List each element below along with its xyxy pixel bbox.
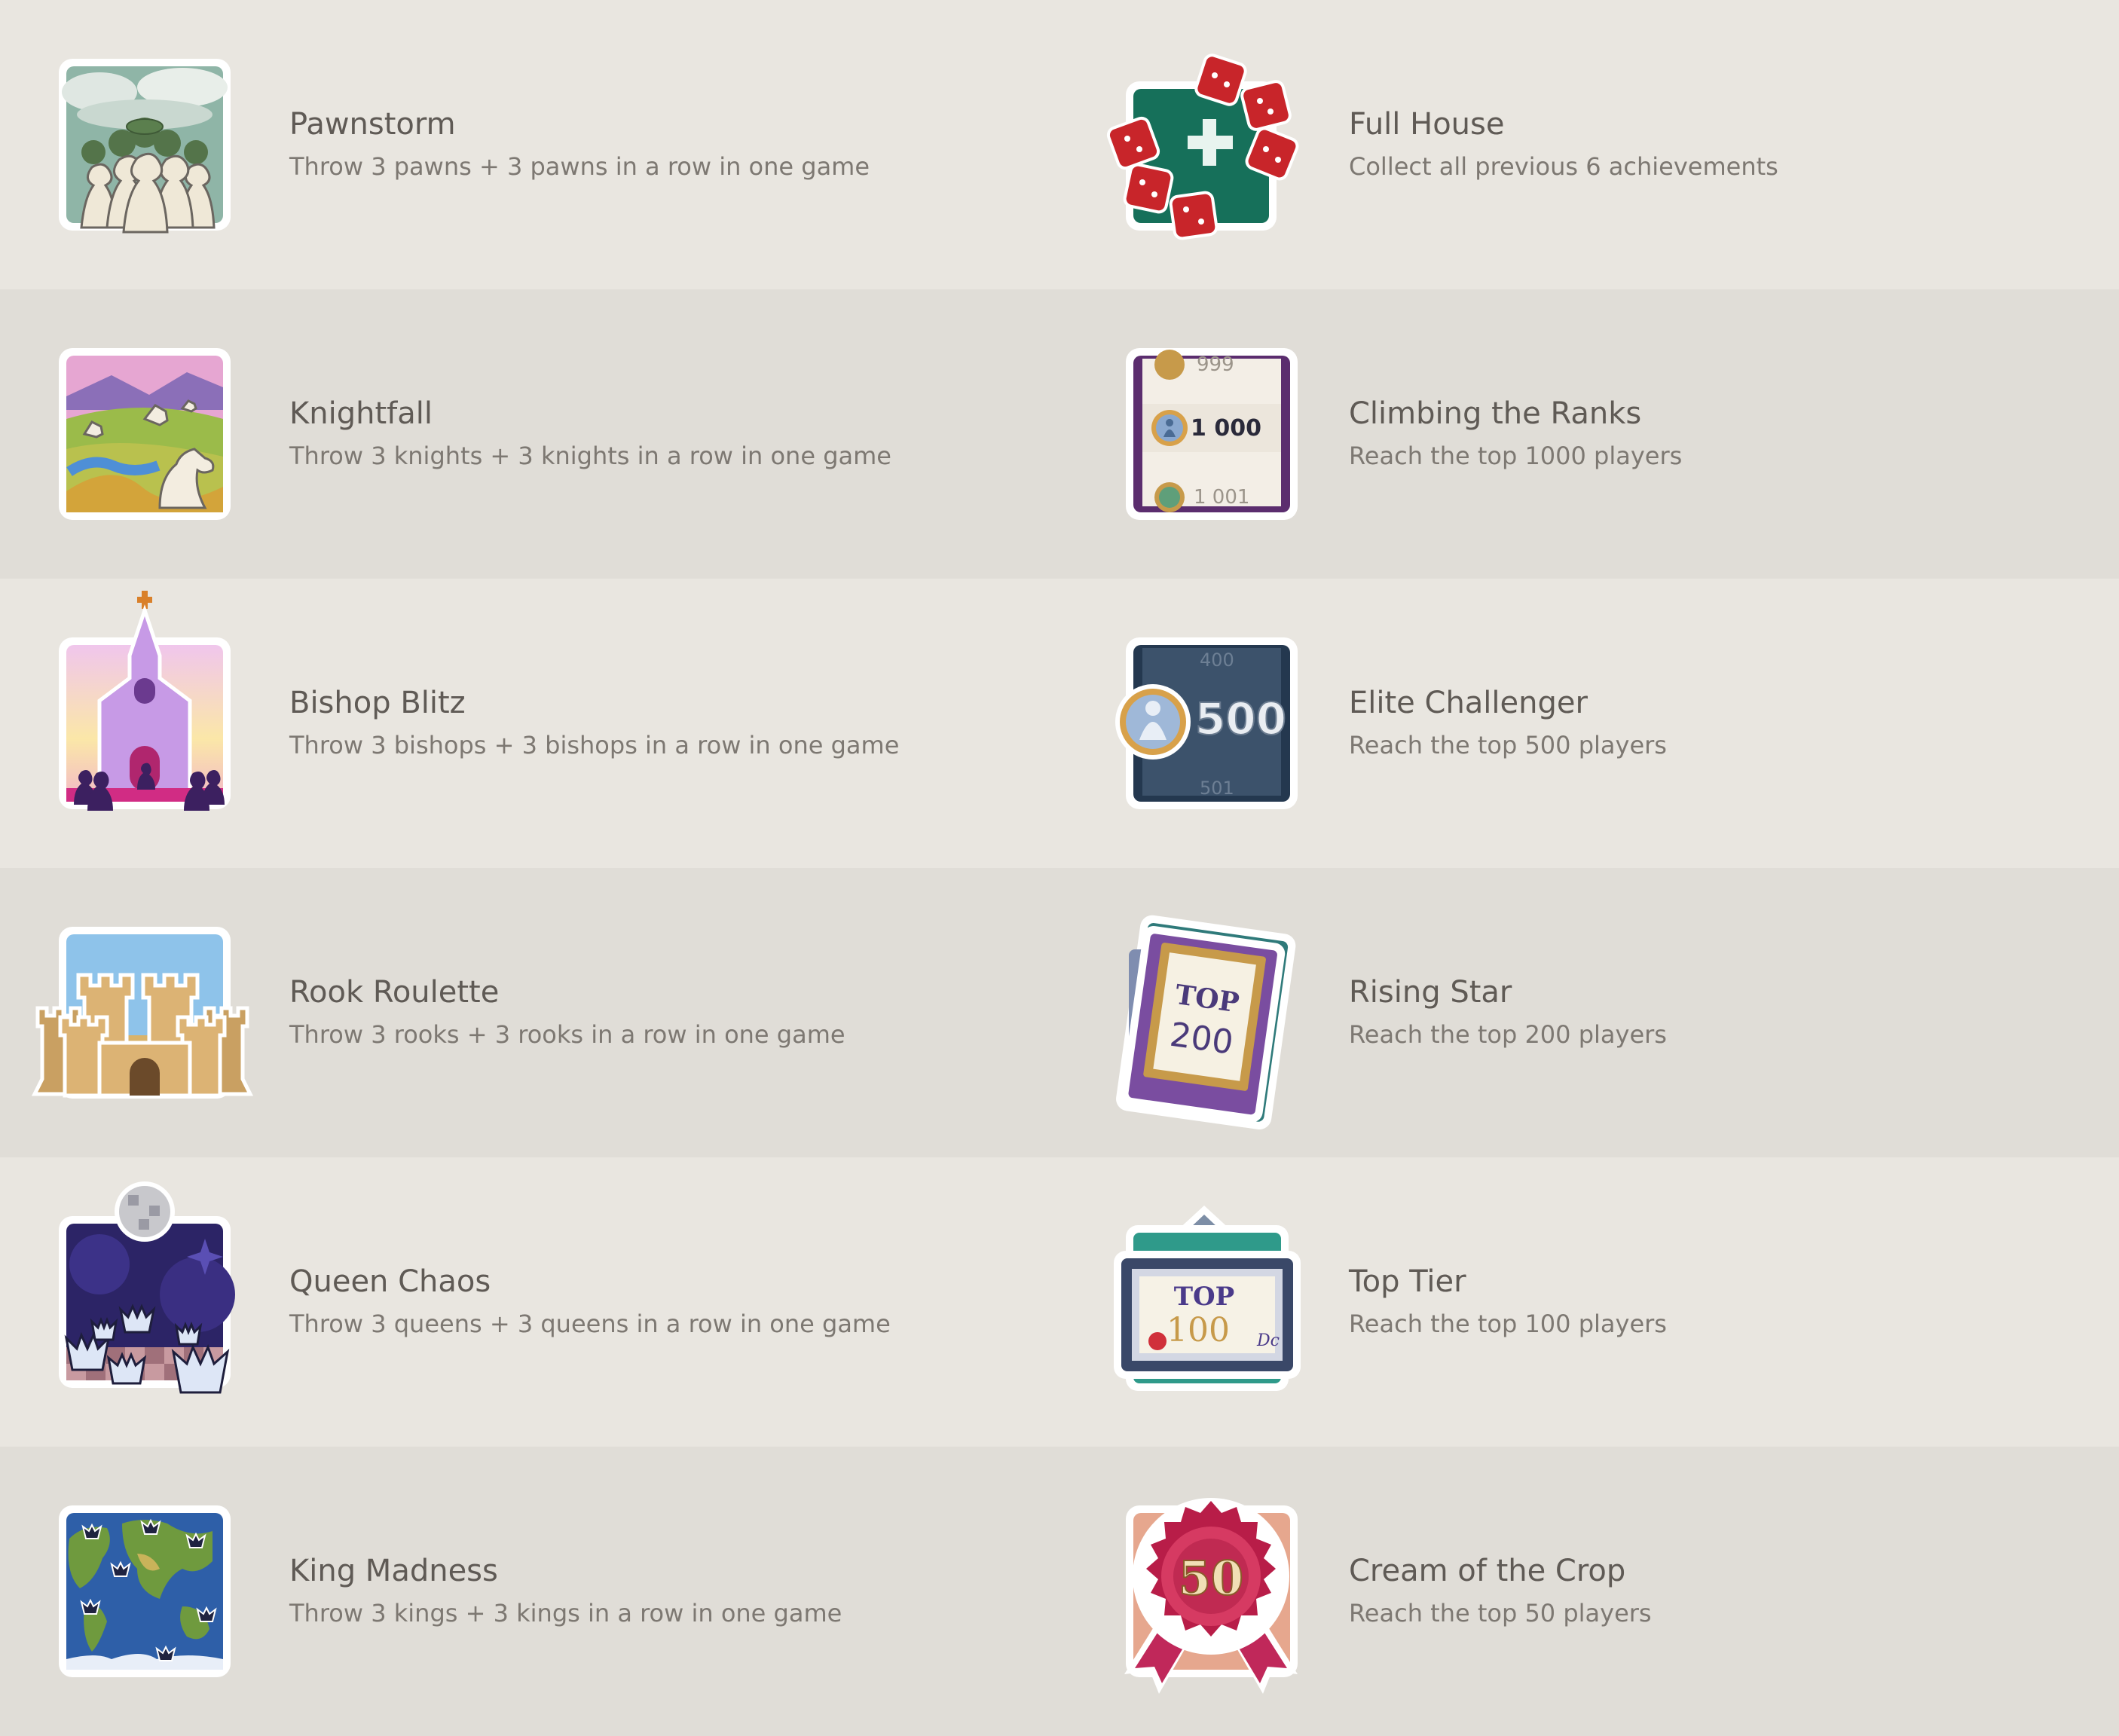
achievement-item-full-house[interactable]: Full House Collect all previous 6 achiev… (1060, 0, 2119, 289)
achievement-description: Throw 3 queens + 3 queens in a row in on… (289, 1310, 891, 1338)
achievement-description: Reach the top 50 players (1349, 1599, 1652, 1628)
achievement-item-top-tier[interactable]: TOP 100 Dc Top Tier Reach the top 100 pl… (1060, 1157, 2119, 1447)
achievement-item-cream-of-the-crop[interactable]: 50 Cream of the Crop Reach the top 50 pl… (1060, 1447, 2119, 1736)
rank-list-icon: 999 1 000 1 001 (1109, 344, 1298, 524)
queen-disco-icon (54, 1181, 235, 1394)
achievement-title: Queen Chaos (289, 1264, 491, 1299)
achievement-row: Queen Chaos Throw 3 queens + 3 queens in… (0, 1157, 2119, 1447)
achievement-title: Top Tier (1349, 1264, 1466, 1299)
rank-500-icon: 400 501 500 (1109, 633, 1298, 814)
achievement-title: Bishop Blitz (289, 686, 466, 720)
achievement-title: Cream of the Crop (1349, 1554, 1626, 1588)
achievement-title: Rising Star (1349, 975, 1512, 1010)
achievement-item-climbing-the-ranks[interactable]: 999 1 000 1 001 Climbing the Ranks Reach… (1060, 289, 2119, 579)
rosette-value-text: 50 (1179, 1551, 1243, 1606)
achievement-row: Pawnstorm Throw 3 pawns + 3 pawns in a r… (0, 0, 2119, 289)
achievement-description: Reach the top 500 players (1349, 731, 1667, 760)
achievement-item-king-madness[interactable]: King Madness Throw 3 kings + 3 kings in … (0, 1447, 1060, 1736)
achievement-description: Throw 3 bishops + 3 bishops in a row in … (289, 731, 900, 760)
certificate-top-text: TOP (1174, 1282, 1234, 1312)
achievement-row: Rook Roulette Throw 3 rooks + 3 rooks in… (0, 868, 2119, 1157)
achievement-description: Throw 3 pawns + 3 pawns in a row in one … (289, 152, 870, 181)
king-world-map-icon (54, 1501, 235, 1682)
rank-value-text: 1 000 (1191, 415, 1261, 442)
achievement-item-bishop-blitz[interactable]: Bishop Blitz Throw 3 bishops + 3 bishops… (0, 579, 1060, 868)
achievement-item-knightfall[interactable]: Knightfall Throw 3 knights + 3 knights i… (0, 289, 1060, 579)
certificate-signature-text: Dc (1256, 1331, 1280, 1350)
achievement-description: Reach the top 200 players (1349, 1020, 1667, 1049)
achievement-title: Full House (1349, 107, 1505, 142)
achievement-item-elite-challenger[interactable]: 400 501 500 Elite Challenger Reach the t… (1060, 579, 2119, 868)
pawn-storm-icon (54, 54, 235, 235)
rank-next-text: 501 (1200, 778, 1234, 799)
rank-next-text: 1 001 (1194, 486, 1249, 509)
achievement-title: Climbing the Ranks (1349, 396, 1642, 431)
achievement-title: Pawnstorm (289, 107, 456, 142)
achievement-item-pawnstorm[interactable]: Pawnstorm Throw 3 pawns + 3 pawns in a r… (0, 0, 1060, 289)
certificate-value-text: 100 (1167, 1311, 1230, 1349)
achievement-list: Pawnstorm Throw 3 pawns + 3 pawns in a r… (0, 0, 2119, 1736)
achievement-row: Knightfall Throw 3 knights + 3 knights i… (0, 289, 2119, 579)
bishop-church-icon (54, 591, 235, 814)
achievement-title: Elite Challenger (1349, 686, 1588, 720)
achievement-description: Collect all previous 6 achievements (1349, 152, 1778, 181)
achievement-description: Throw 3 knights + 3 knights in a row in … (289, 442, 891, 470)
achievement-description: Reach the top 1000 players (1349, 442, 1683, 470)
rank-value-text: 500 (1195, 693, 1286, 744)
achievement-title: Rook Roulette (289, 975, 500, 1010)
achievement-item-rising-star[interactable]: TOP 200 Rising Star Reach the top 200 pl… (1060, 868, 2119, 1157)
dice-plus-icon (1106, 53, 1299, 240)
top-200-card-icon: TOP 200 (1109, 915, 1296, 1130)
achievement-row: Bishop Blitz Throw 3 bishops + 3 bishops… (0, 579, 2119, 868)
achievement-item-rook-roulette[interactable]: Rook Roulette Throw 3 rooks + 3 rooks in… (0, 868, 1060, 1157)
achievement-title: Knightfall (289, 396, 433, 431)
achievement-item-queen-chaos[interactable]: Queen Chaos Throw 3 queens + 3 queens in… (0, 1157, 1060, 1447)
top-50-rosette-icon: 50 (1109, 1498, 1298, 1694)
achievement-description: Throw 3 rooks + 3 rooks in a row in one … (289, 1020, 845, 1049)
rank-prev-text: 400 (1200, 649, 1234, 671)
rank-prev-text: 999 (1197, 353, 1234, 376)
achievement-description: Throw 3 kings + 3 kings in a row in one … (289, 1599, 842, 1628)
knight-valley-icon (54, 344, 235, 524)
achievement-title: King Madness (289, 1554, 498, 1588)
rook-castle-icon (31, 922, 254, 1103)
achievement-row: King Madness Throw 3 kings + 3 kings in … (0, 1447, 2119, 1736)
achievement-description: Reach the top 100 players (1349, 1310, 1667, 1338)
top-100-certificate-icon: TOP 100 Dc (1109, 1206, 1301, 1392)
